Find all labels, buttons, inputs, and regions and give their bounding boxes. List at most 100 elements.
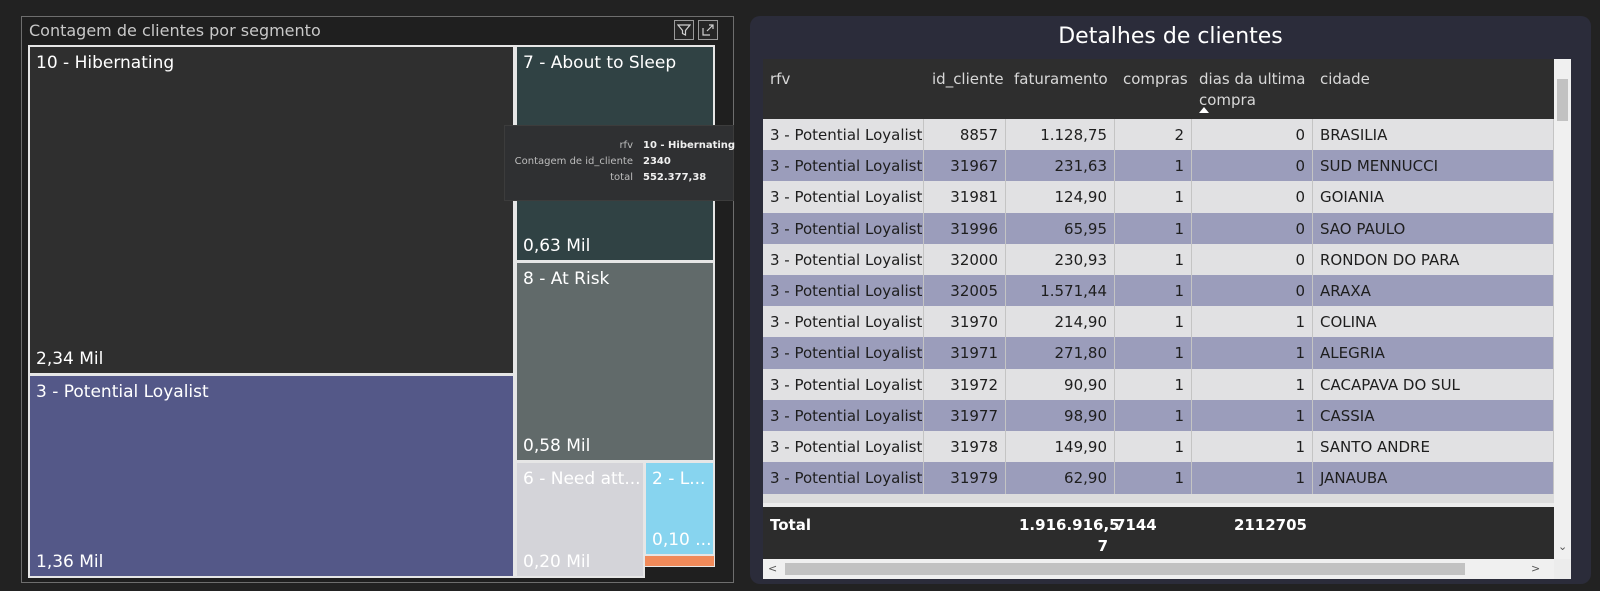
tile-at-risk[interactable]: 8 - At Risk 0,58 Mil xyxy=(515,261,715,462)
cell-rfv: 3 - Potential Loyalist xyxy=(763,243,924,276)
scroll-down-icon[interactable]: ⌄ xyxy=(1558,541,1567,552)
focus-mode-icon[interactable] xyxy=(698,20,718,40)
cell-compras: 1 xyxy=(1115,243,1192,276)
tile-loyal[interactable]: 2 - L... 0,10 ... xyxy=(644,461,715,556)
tooltip-value: 2340 xyxy=(643,156,671,167)
cell-id-cliente: 31970 xyxy=(924,306,1006,339)
cell-cidade: CACAPAVA DO SUL xyxy=(1313,368,1554,401)
table-row[interactable]: 3 - Potential Loyalist 31972 90,90 1 1 CACAPA… xyxy=(763,368,1554,401)
table-row[interactable]: 3 - Potential Loyalist 31971 271,80 1 1 ALEGR… xyxy=(763,337,1554,370)
cell-compras: 1 xyxy=(1115,275,1192,307)
cell-id-cliente: 31978 xyxy=(924,431,1006,463)
cell-faturamento: 90,90 xyxy=(1006,368,1115,401)
cell-dias: 1 xyxy=(1192,462,1313,495)
cell-dias: 0 xyxy=(1192,119,1313,151)
column-header-compras[interactable]: compras xyxy=(1123,69,1188,90)
column-header-rfv[interactable]: rfv xyxy=(770,69,790,90)
cell-dias: 0 xyxy=(1192,243,1313,276)
tooltip: rfv 10 - Hibernating Contagem de id_clie… xyxy=(504,125,736,201)
tile-need-attention[interactable]: 6 - Need att... 0,20 Mil xyxy=(515,461,645,578)
cell-faturamento: 230,93 xyxy=(1006,243,1115,276)
cell-rfv: 3 - Potential Loyalist xyxy=(763,431,924,463)
cell-dias: 1 xyxy=(1192,431,1313,463)
table-row[interactable]: 3 - Potential Loyalist 31977 98,90 1 1 CASSIA xyxy=(763,399,1554,432)
horizontal-scrollbar[interactable]: < > xyxy=(763,559,1554,579)
cell-rfv: 3 - Potential Loyalist xyxy=(763,337,924,370)
cell-dias: 0 xyxy=(1192,212,1313,245)
table-row[interactable]: 3 - Potential Loyalist 32005 1.571,44 1 0 ARA… xyxy=(763,275,1554,307)
tile-potential-loyalist[interactable]: 3 - Potential Loyalist 1,36 Mil xyxy=(28,374,515,578)
column-header-cidade[interactable]: cidade xyxy=(1320,69,1370,90)
table-row[interactable]: 3 - Potential Loyalist 31978 149,90 1 1 SANTO… xyxy=(763,431,1554,463)
total-compras: 7144 xyxy=(1115,516,1157,534)
cell-faturamento: 231,63 xyxy=(1006,150,1115,183)
tile-label: 6 - Need att... xyxy=(523,469,641,489)
cell-rfv: 3 - Potential Loyalist xyxy=(763,399,924,432)
treemap-title: Contagem de clientes por segmento xyxy=(29,21,321,40)
tile-label: 8 - At Risk xyxy=(523,269,610,289)
vertical-scroll-thumb[interactable] xyxy=(1557,79,1568,121)
cell-faturamento: 124,90 xyxy=(1006,181,1115,214)
table-row[interactable]: 3 - Potential Loyalist 8857 1.128,75 2 0 BRAS… xyxy=(763,119,1554,151)
table-row[interactable]: 3 - Potential Loyalist 31970 214,90 1 1 COLIN… xyxy=(763,306,1554,339)
cell-compras: 1 xyxy=(1115,399,1192,432)
cell-faturamento: 271,80 xyxy=(1006,337,1115,370)
tile-value: 1,36 Mil xyxy=(36,552,104,572)
total-faturamento-line1: 1.916.916,5 xyxy=(1019,516,1120,534)
table-row[interactable]: 3 - Potential Loyalist 31996 65,95 1 0 SAO PA… xyxy=(763,212,1554,245)
table-row[interactable]: 3 - Potential Loyalist 32000 230,93 1 0 RONDO… xyxy=(763,243,1554,276)
cell-faturamento: 65,95 xyxy=(1006,212,1115,245)
table-title: Detalhes de clientes xyxy=(1058,24,1283,49)
table-row[interactable]: 3 - Potential Loyalist 31981 124,90 1 0 GOIAN… xyxy=(763,181,1554,214)
cell-dias: 0 xyxy=(1192,275,1313,307)
cell-cidade: CASSIA xyxy=(1313,399,1554,432)
treemap-visual[interactable]: Contagem de clientes por segmento 10 - H… xyxy=(21,16,736,583)
horizontal-scroll-thumb[interactable] xyxy=(785,563,1465,575)
cell-compras: 1 xyxy=(1115,337,1192,370)
cell-dias: 1 xyxy=(1192,368,1313,401)
cell-cidade: SUD MENNUCCI xyxy=(1313,150,1554,183)
cell-cidade: ALEGRIA xyxy=(1313,337,1554,370)
cell-id-cliente: 32000 xyxy=(924,243,1006,276)
cell-id-cliente: 32005 xyxy=(924,275,1006,307)
cell-faturamento: 1.128,75 xyxy=(1006,119,1115,151)
cell-rfv: 3 - Potential Loyalist xyxy=(763,368,924,401)
filter-icon[interactable] xyxy=(674,20,694,40)
column-header-dias-ultima-compra[interactable]: dias da ultima compra xyxy=(1199,69,1314,111)
cell-cidade: GOIANIA xyxy=(1313,181,1554,214)
cell-dias: 1 xyxy=(1192,399,1313,432)
tile-small-segment[interactable] xyxy=(644,555,715,567)
cell-faturamento: 214,90 xyxy=(1006,306,1115,339)
table-row[interactable]: 3 - Potential Loyalist 31979 62,90 1 1 JANAUB… xyxy=(763,462,1554,495)
tile-value: 0,20 Mil xyxy=(523,552,591,572)
scroll-left-icon[interactable]: < xyxy=(768,563,777,574)
cell-cidade: ARAXA xyxy=(1313,275,1554,307)
column-header-id-cliente[interactable]: id_cliente xyxy=(932,69,1004,90)
tooltip-value: 10 - Hibernating xyxy=(643,140,736,151)
cell-cidade: COLINA xyxy=(1313,306,1554,339)
total-faturamento: 1.916.916,5 7 xyxy=(1019,515,1120,557)
tile-hibernating[interactable]: 10 - Hibernating 2,34 Mil xyxy=(28,45,515,375)
cell-compras: 1 xyxy=(1115,431,1192,463)
cell-faturamento: 98,90 xyxy=(1006,399,1115,432)
cell-id-cliente: 8857 xyxy=(924,119,1006,151)
cell-rfv: 3 - Potential Loyalist xyxy=(763,462,924,495)
tooltip-key: total xyxy=(610,172,633,183)
cell-cidade: JANAUBA xyxy=(1313,462,1554,495)
cell-faturamento: 1.571,44 xyxy=(1006,275,1115,307)
cell-rfv: 3 - Potential Loyalist xyxy=(763,150,924,183)
cell-cidade: RONDON DO PARA xyxy=(1313,243,1554,276)
tile-value: 0,58 Mil xyxy=(523,436,591,456)
vertical-scrollbar[interactable]: ⌄ xyxy=(1554,59,1571,559)
cell-compras: 2 xyxy=(1115,119,1192,151)
sort-ascending-icon xyxy=(1199,107,1209,113)
cell-compras: 1 xyxy=(1115,368,1192,401)
scroll-right-icon[interactable]: > xyxy=(1531,563,1540,574)
table-row[interactable]: 3 - Potential Loyalist 31967 231,63 1 0 SUD M… xyxy=(763,150,1554,183)
cell-id-cliente: 31977 xyxy=(924,399,1006,432)
column-header-faturamento[interactable]: faturamento xyxy=(1014,69,1108,90)
tile-label: 3 - Potential Loyalist xyxy=(36,382,209,402)
cell-dias: 0 xyxy=(1192,181,1313,214)
cell-dias: 1 xyxy=(1192,337,1313,370)
cell-id-cliente: 31967 xyxy=(924,150,1006,183)
